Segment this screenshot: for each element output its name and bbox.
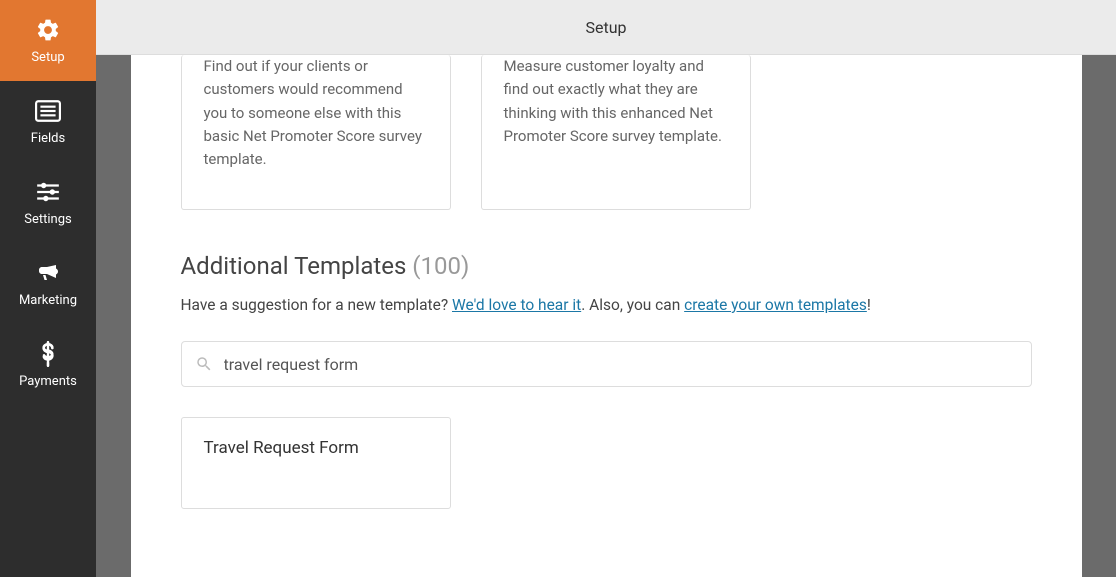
header: Setup [96,0,1116,55]
content-panel: Find out if your clients or customers wo… [131,55,1082,577]
section-title-text: Additional Templates [181,252,413,280]
template-description: Find out if your clients or customers wo… [204,55,428,171]
sidebar-label: Marketing [19,293,77,308]
list-icon [35,97,61,125]
section-title: Additional Templates (100) [181,252,1032,280]
bullhorn-icon [35,259,61,287]
sliders-icon [35,178,61,206]
template-result-title: Travel Request Form [204,438,428,458]
template-row: Find out if your clients or customers wo… [181,55,1032,210]
content-background: Find out if your clients or customers wo… [96,55,1116,577]
template-card[interactable]: Measure customer loyalty and find out ex… [481,55,751,210]
sidebar: Setup Fields Settings Marketing Payments [0,0,96,577]
suggestion-text: Have a suggestion for a new template? We… [181,294,1032,317]
template-card[interactable]: Find out if your clients or customers wo… [181,55,451,210]
sidebar-label: Fields [31,131,65,146]
sidebar-item-fields[interactable]: Fields [0,81,96,162]
sidebar-item-payments[interactable]: Payments [0,324,96,405]
template-count: (100) [412,252,469,280]
template-result-card[interactable]: Travel Request Form [181,417,451,509]
sidebar-label: Settings [24,212,71,227]
search-box [181,341,1032,387]
dollar-icon [40,340,56,368]
sidebar-item-settings[interactable]: Settings [0,162,96,243]
page-title: Setup [585,18,626,37]
create-own-link[interactable]: create your own templates [684,296,867,314]
search-icon [195,355,213,373]
suggestion-link[interactable]: We'd love to hear it [452,296,581,314]
template-description: Measure customer loyalty and find out ex… [504,55,728,148]
sidebar-item-marketing[interactable]: Marketing [0,243,96,324]
sidebar-label: Payments [19,374,77,389]
template-search-input[interactable] [181,341,1032,387]
sidebar-item-setup[interactable]: Setup [0,0,96,81]
gear-icon [35,16,61,44]
sidebar-label: Setup [31,50,64,65]
